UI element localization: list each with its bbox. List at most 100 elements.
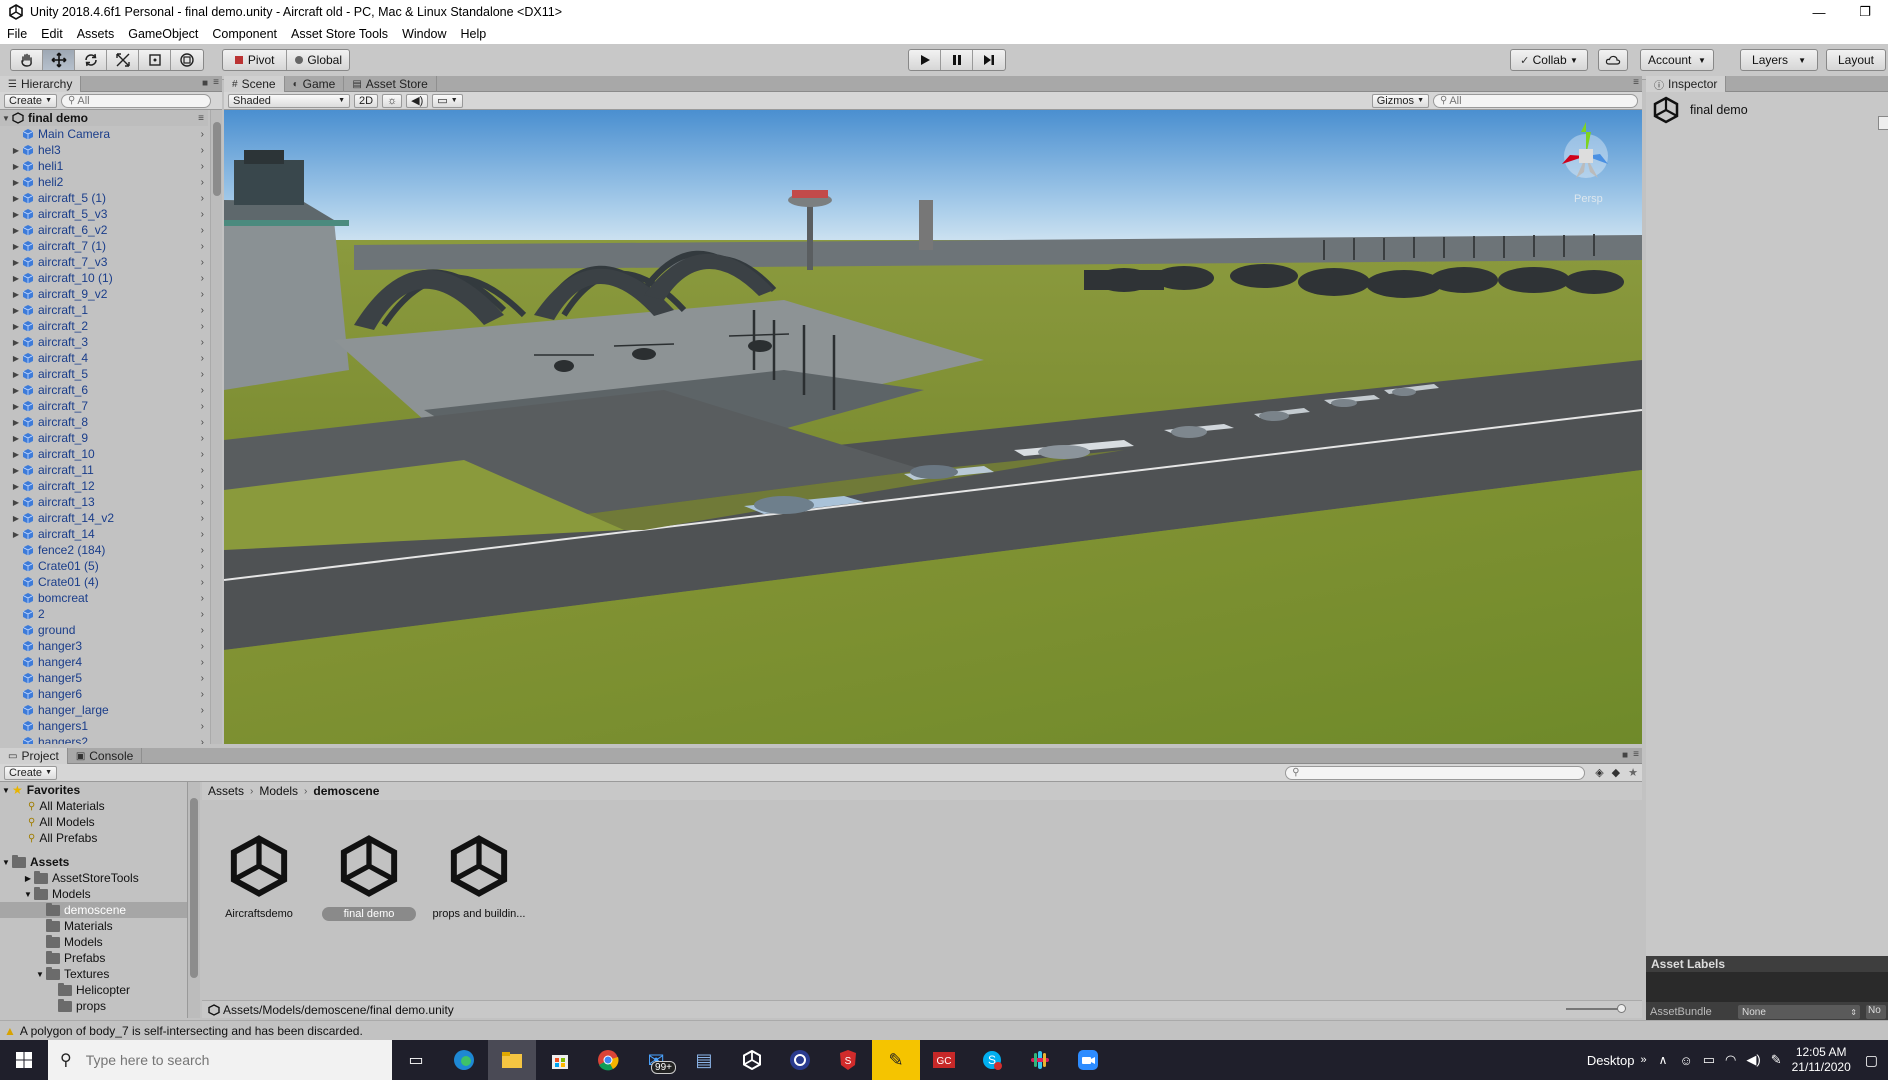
gizmos-dropdown[interactable]: Gizmos ▼ bbox=[1371, 93, 1429, 108]
tab-scene[interactable]: # Scene bbox=[224, 76, 285, 92]
global-button[interactable]: Global bbox=[287, 50, 349, 70]
project-tree-item[interactable]: demoscene bbox=[0, 902, 187, 918]
step-button[interactable] bbox=[973, 50, 1005, 70]
project-tree-item[interactable]: Models bbox=[0, 934, 187, 950]
project-search[interactable]: ⚲ bbox=[1285, 765, 1586, 780]
chevron-right-icon[interactable]: › bbox=[201, 401, 204, 412]
project-tree-item[interactable]: ▼ Textures bbox=[0, 966, 187, 982]
project-search-input[interactable] bbox=[1299, 766, 1579, 779]
chevron-right-icon[interactable]: › bbox=[201, 193, 204, 204]
hierarchy-item[interactable]: ▶ aircraft_7 › bbox=[0, 398, 208, 414]
audio-toggle[interactable]: ◀) bbox=[406, 93, 429, 108]
play-button[interactable] bbox=[909, 50, 941, 70]
hierarchy-item[interactable]: ▶ aircraft_12 › bbox=[0, 478, 208, 494]
fold-closed-icon[interactable]: ▶ bbox=[10, 434, 22, 443]
favorite-item[interactable]: ⚲ All Materials bbox=[0, 798, 187, 814]
hierarchy-item[interactable]: ▶ aircraft_14_v2 › bbox=[0, 510, 208, 526]
menu-file[interactable]: File bbox=[0, 27, 34, 41]
chevron-right-icon[interactable]: › bbox=[201, 417, 204, 428]
zoom-app[interactable] bbox=[1064, 1040, 1112, 1080]
fold-closed-icon[interactable]: ▶ bbox=[10, 258, 22, 267]
store-app[interactable] bbox=[536, 1040, 584, 1080]
hierarchy-search[interactable]: ⚲ bbox=[61, 93, 212, 108]
chevron-right-icon[interactable]: › bbox=[201, 481, 204, 492]
hierarchy-item[interactable]: ▶ aircraft_3 › bbox=[0, 334, 208, 350]
project-tree-scrollbar[interactable] bbox=[188, 782, 200, 1018]
hierarchy-item[interactable]: ▶ aircraft_9 › bbox=[0, 430, 208, 446]
chrome-app[interactable] bbox=[584, 1040, 632, 1080]
layout-dropdown[interactable]: Layout bbox=[1826, 49, 1886, 71]
chevron-right-icon[interactable]: › bbox=[201, 545, 204, 556]
hierarchy-item[interactable]: Main Camera › bbox=[0, 126, 208, 142]
project-tree-item[interactable]: ▶ AssetStoreTools bbox=[0, 870, 187, 886]
fold-closed-icon[interactable]: ▶ bbox=[10, 530, 22, 539]
fold-closed-icon[interactable]: ▶ bbox=[10, 178, 22, 187]
rect-tool[interactable] bbox=[139, 50, 171, 70]
fold-closed-icon[interactable]: ▶ bbox=[10, 322, 22, 331]
chevron-right-icon[interactable]: › bbox=[201, 337, 204, 348]
tab-inspector[interactable]: ⓘ Inspector bbox=[1646, 76, 1727, 92]
panel-menu-icon[interactable]: ≡ bbox=[1633, 749, 1639, 760]
hierarchy-item[interactable]: ▶ aircraft_5_v3 › bbox=[0, 206, 208, 222]
chevron-right-icon[interactable]: › bbox=[201, 497, 204, 508]
chevron-right-icon[interactable]: › bbox=[201, 705, 204, 716]
chevron-right-icon[interactable]: › bbox=[201, 241, 204, 252]
hierarchy-item[interactable]: 2 › bbox=[0, 606, 208, 622]
task-view-button[interactable]: ▭ bbox=[392, 1040, 440, 1080]
pivot-button[interactable]: Pivot bbox=[223, 50, 287, 70]
skype-app[interactable]: S bbox=[968, 1040, 1016, 1080]
hierarchy-item[interactable]: hanger3 › bbox=[0, 638, 208, 654]
chevron-right-icon[interactable]: › bbox=[201, 321, 204, 332]
pause-button[interactable] bbox=[941, 50, 973, 70]
asset-bundle-dropdown[interactable]: None ⇕ bbox=[1738, 1005, 1860, 1019]
hierarchy-item[interactable]: hanger_large › bbox=[0, 702, 208, 718]
scene-menu-icon[interactable]: ≡ bbox=[198, 113, 204, 124]
fold-open-icon[interactable]: ▼ bbox=[22, 890, 34, 899]
breadcrumb-demoscene[interactable]: demoscene bbox=[313, 784, 379, 798]
file-explorer-app[interactable] bbox=[488, 1040, 536, 1080]
hierarchy-item[interactable]: ▶ aircraft_14 › bbox=[0, 526, 208, 542]
icon-size-slider-handle[interactable] bbox=[1617, 1004, 1626, 1013]
fold-closed-icon[interactable]: ▶ bbox=[10, 306, 22, 315]
effects-dropdown[interactable]: ▭ ▼ bbox=[432, 93, 463, 108]
unity-app[interactable] bbox=[728, 1040, 776, 1080]
hierarchy-item[interactable]: ▶ aircraft_10 (1) › bbox=[0, 270, 208, 286]
hierarchy-item[interactable]: ▶ aircraft_10 › bbox=[0, 446, 208, 462]
asset-labels-header[interactable]: Asset Labels bbox=[1646, 956, 1888, 972]
chevron-right-icon[interactable]: › bbox=[201, 225, 204, 236]
chevron-right-icon[interactable]: › bbox=[201, 273, 204, 284]
hierarchy-item[interactable]: ▶ aircraft_4 › bbox=[0, 350, 208, 366]
lock-icon[interactable]: ■ bbox=[202, 78, 208, 89]
slack-app[interactable] bbox=[1016, 1040, 1064, 1080]
fold-closed-icon[interactable]: ▶ bbox=[10, 354, 22, 363]
hierarchy-item[interactable]: ▶ aircraft_9_v2 › bbox=[0, 286, 208, 302]
hierarchy-scrollbar[interactable] bbox=[210, 110, 222, 744]
status-bar[interactable]: ▲ A polygon of body_7 is self-intersecti… bbox=[0, 1020, 1888, 1040]
fold-closed-icon[interactable]: ▶ bbox=[10, 162, 22, 171]
project-create-button[interactable]: Create ▼ bbox=[4, 765, 58, 780]
hierarchy-item[interactable]: ▶ aircraft_6_v2 › bbox=[0, 222, 208, 238]
chevron-right-icon[interactable]: › bbox=[201, 385, 204, 396]
hierarchy-scroll-thumb[interactable] bbox=[213, 122, 221, 196]
project-tree-item[interactable]: ▼ Models bbox=[0, 886, 187, 902]
hierarchy-item[interactable]: fence2 (184) › bbox=[0, 542, 208, 558]
chevron-right-icon[interactable]: › bbox=[201, 145, 204, 156]
menu-window[interactable]: Window bbox=[395, 27, 453, 41]
hand-tool[interactable] bbox=[11, 50, 43, 70]
hierarchy-item[interactable]: ▶ aircraft_5 › bbox=[0, 366, 208, 382]
hierarchy-item[interactable]: ▶ aircraft_1 › bbox=[0, 302, 208, 318]
sticky-notes-app[interactable]: ✎ bbox=[872, 1040, 920, 1080]
hierarchy-item[interactable]: hangers1 › bbox=[0, 718, 208, 734]
chevron-right-icon[interactable]: › bbox=[201, 625, 204, 636]
hierarchy-item[interactable]: ▶ heli2 › bbox=[0, 174, 208, 190]
filter-type-icon[interactable]: ◈ bbox=[1595, 766, 1603, 779]
minimize-button[interactable]: — bbox=[1796, 0, 1842, 24]
chevron-right-icon[interactable]: › bbox=[201, 161, 204, 172]
fold-closed-icon[interactable]: ▶ bbox=[10, 514, 22, 523]
fold-closed-icon[interactable]: ▶ bbox=[10, 194, 22, 203]
menu-component[interactable]: Component bbox=[205, 27, 284, 41]
menu-edit[interactable]: Edit bbox=[34, 27, 70, 41]
hierarchy-item[interactable]: ▶ aircraft_2 › bbox=[0, 318, 208, 334]
hierarchy-create-button[interactable]: Create ▼ bbox=[4, 93, 58, 108]
lighting-toggle[interactable]: ☼ bbox=[382, 93, 403, 108]
